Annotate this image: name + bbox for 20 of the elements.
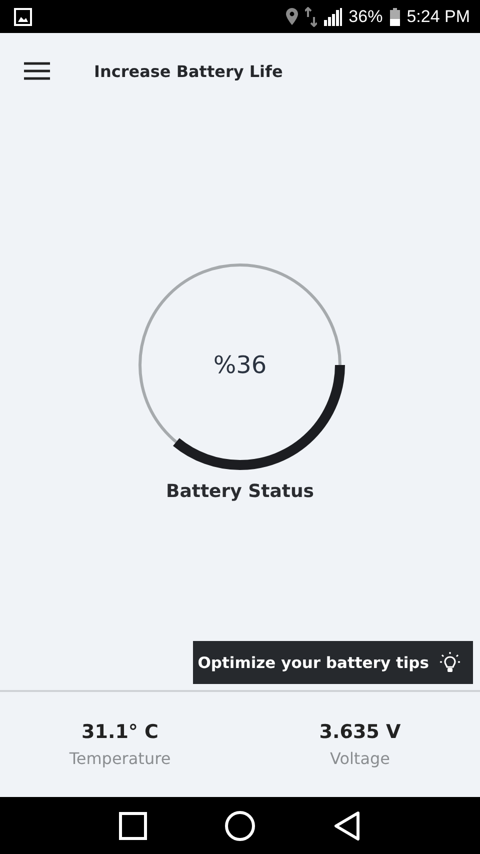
battery-tips-button[interactable]: Optimize your battery tips <box>192 641 473 684</box>
back-icon[interactable] <box>333 810 361 840</box>
clock-time: 5:24 PM <box>406 6 470 26</box>
stat-value: 31.1° C <box>82 721 158 743</box>
lightbulb-icon <box>439 650 461 674</box>
stat-label: Temperature <box>69 749 171 768</box>
battery-status-label: Battery Status <box>166 481 314 502</box>
recents-icon[interactable] <box>119 812 147 840</box>
battery-percent: 36% <box>348 6 383 26</box>
signal-icon <box>324 8 342 26</box>
battery-icon <box>390 8 400 26</box>
battery-percent-reading: %36 <box>213 351 267 379</box>
data-arrows-icon <box>304 6 317 26</box>
image-icon <box>14 8 32 26</box>
home-icon[interactable] <box>225 810 255 840</box>
menu-icon[interactable] <box>24 62 50 80</box>
stat-label: Voltage <box>330 749 390 768</box>
app-title: Increase Battery Life <box>94 62 283 80</box>
location-icon <box>286 8 298 25</box>
stat-value: 3.635 V <box>319 721 401 743</box>
